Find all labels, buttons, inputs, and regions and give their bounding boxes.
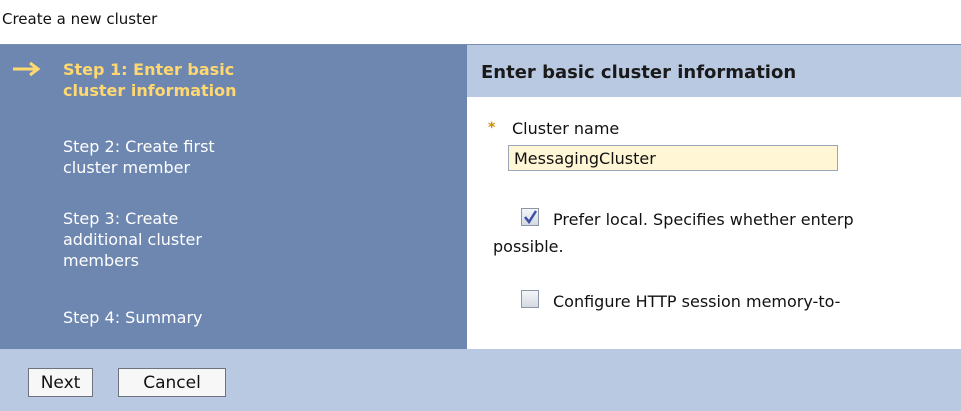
page-title: Create a new cluster (2, 10, 158, 28)
step-3-line3: members (63, 251, 139, 270)
step-3-line2: additional cluster (63, 230, 202, 249)
step-4-line1: Step 4: Summary (63, 308, 203, 327)
cluster-name-label: Cluster name (512, 119, 620, 138)
prefer-local-checkbox[interactable] (521, 208, 539, 226)
required-marker: * (488, 120, 496, 136)
step-3-line1: Step 3: Create (63, 209, 179, 228)
prefer-local-label-cont: possible. (493, 237, 564, 256)
arrow-right-icon (13, 61, 41, 77)
content-title: Enter basic cluster information (481, 62, 797, 83)
step-1-line1: Step 1: Enter basic (63, 60, 235, 79)
wizard-step-3[interactable]: Step 3: Create additional cluster member… (63, 208, 303, 271)
content-header: Enter basic cluster information (467, 45, 961, 97)
next-button[interactable]: Next (28, 368, 93, 397)
wizard-steps-nav: Step 1: Enter basic cluster information … (0, 45, 467, 349)
wizard-step-1: Step 1: Enter basic cluster information (63, 59, 303, 101)
cancel-button[interactable]: Cancel (118, 368, 226, 397)
wizard-step-2[interactable]: Step 2: Create first cluster member (63, 136, 303, 178)
http-session-replication-label: Configure HTTP session memory-to- (553, 292, 841, 311)
prefer-local-label: Prefer local. Specifies whether enterp (553, 210, 854, 229)
cluster-name-input[interactable] (508, 145, 838, 171)
step-2-line2: cluster member (63, 158, 191, 177)
wizard-step-4[interactable]: Step 4: Summary (63, 307, 303, 328)
step-2-line1: Step 2: Create first (63, 137, 215, 156)
checkmark-icon (524, 210, 538, 225)
wizard-panel: Step 1: Enter basic cluster information … (0, 44, 961, 349)
step-1-line2: cluster information (63, 81, 237, 100)
http-session-replication-checkbox[interactable] (521, 290, 539, 308)
wizard-content: Enter basic cluster information * Cluste… (467, 45, 961, 349)
button-bar: Next Cancel (0, 349, 961, 411)
